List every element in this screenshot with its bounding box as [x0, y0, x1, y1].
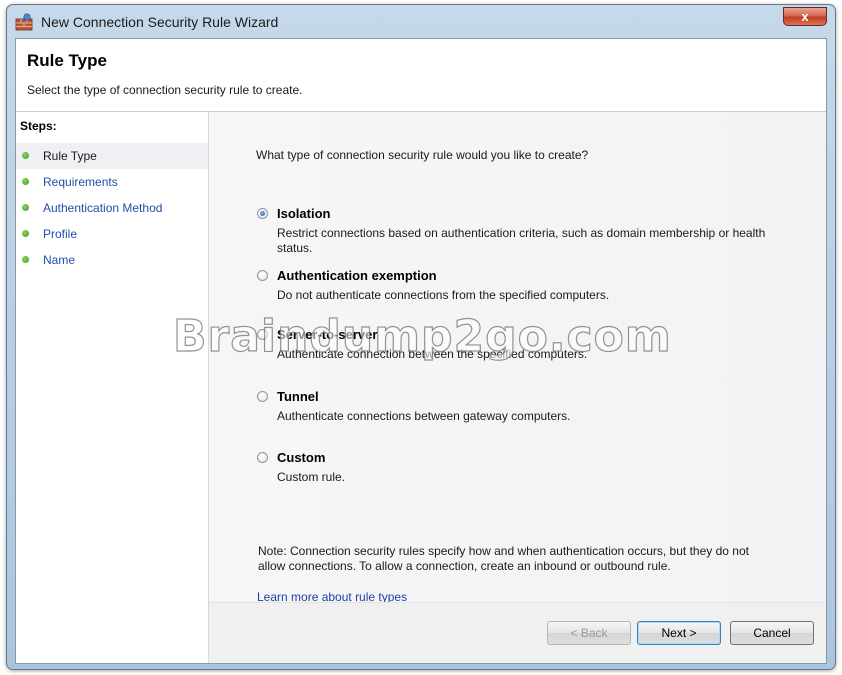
next-button[interactable]: Next >: [637, 621, 721, 645]
step-bullet-icon: [22, 230, 29, 237]
close-icon: x: [801, 9, 809, 24]
main-pane: What type of connection security rule wo…: [209, 112, 826, 663]
step-name[interactable]: Name: [16, 247, 208, 273]
step-profile[interactable]: Profile: [16, 221, 208, 247]
authentication-exemption-radio[interactable]: [257, 270, 268, 281]
rule-type-question: What type of connection security rule wo…: [256, 148, 589, 162]
option-description: Authenticate connections between gateway…: [277, 409, 571, 423]
isolation-radio[interactable]: [257, 208, 268, 219]
option-description: Do not authenticate connections from the…: [277, 288, 610, 302]
option-custom[interactable]: Custom Custom rule.: [254, 450, 794, 486]
title-bar[interactable]: New Connection Security Rule Wizard x: [7, 5, 835, 38]
step-label: Authentication Method: [43, 201, 163, 215]
page-header: Rule Type Select the type of connection …: [16, 39, 826, 112]
option-label: Isolation: [277, 206, 331, 221]
close-button[interactable]: x: [783, 7, 827, 26]
page-subtitle: Select the type of connection security r…: [27, 83, 303, 97]
step-bullet-icon: [22, 152, 29, 159]
option-description: Custom rule.: [277, 470, 346, 484]
step-bullet-icon: [22, 178, 29, 185]
page-title: Rule Type: [27, 51, 107, 70]
steps-list: Rule Type Requirements Authentication Me…: [16, 143, 208, 273]
step-label: Profile: [43, 227, 78, 241]
step-label: Name: [43, 253, 76, 267]
button-bar: < Back Next > Cancel: [209, 602, 826, 663]
option-label: Authentication exemption: [277, 268, 437, 283]
step-bullet-icon: [22, 256, 29, 263]
firewall-wall-icon: [15, 13, 33, 31]
steps-heading: Steps:: [20, 119, 57, 133]
option-authentication-exemption[interactable]: Authentication exemption Do not authenti…: [254, 268, 794, 304]
option-tunnel[interactable]: Tunnel Authenticate connections between …: [254, 389, 794, 425]
step-rule-type[interactable]: Rule Type: [16, 143, 208, 169]
option-label: Tunnel: [277, 389, 319, 404]
step-label: Rule Type: [43, 149, 97, 163]
step-bullet-icon: [22, 204, 29, 211]
tunnel-radio[interactable]: [257, 391, 268, 402]
option-isolation[interactable]: Isolation Restrict connections based on …: [254, 206, 794, 255]
window-title: New Connection Security Rule Wizard: [41, 14, 279, 30]
step-requirements[interactable]: Requirements: [16, 169, 208, 195]
steps-pane: Steps: Rule Type Requirements Authentica…: [16, 112, 209, 663]
step-label: Requirements: [43, 175, 118, 189]
option-description: Restrict connections based on authentica…: [277, 226, 766, 255]
watermark: Braindump2go.com: [172, 310, 672, 362]
custom-radio[interactable]: [257, 452, 268, 463]
cancel-button[interactable]: Cancel: [730, 621, 814, 645]
note-text: Note: Connection security rules specify …: [258, 544, 749, 573]
step-authentication-method[interactable]: Authentication Method: [16, 195, 208, 221]
back-button[interactable]: < Back: [547, 621, 631, 645]
option-label: Custom: [277, 450, 326, 465]
